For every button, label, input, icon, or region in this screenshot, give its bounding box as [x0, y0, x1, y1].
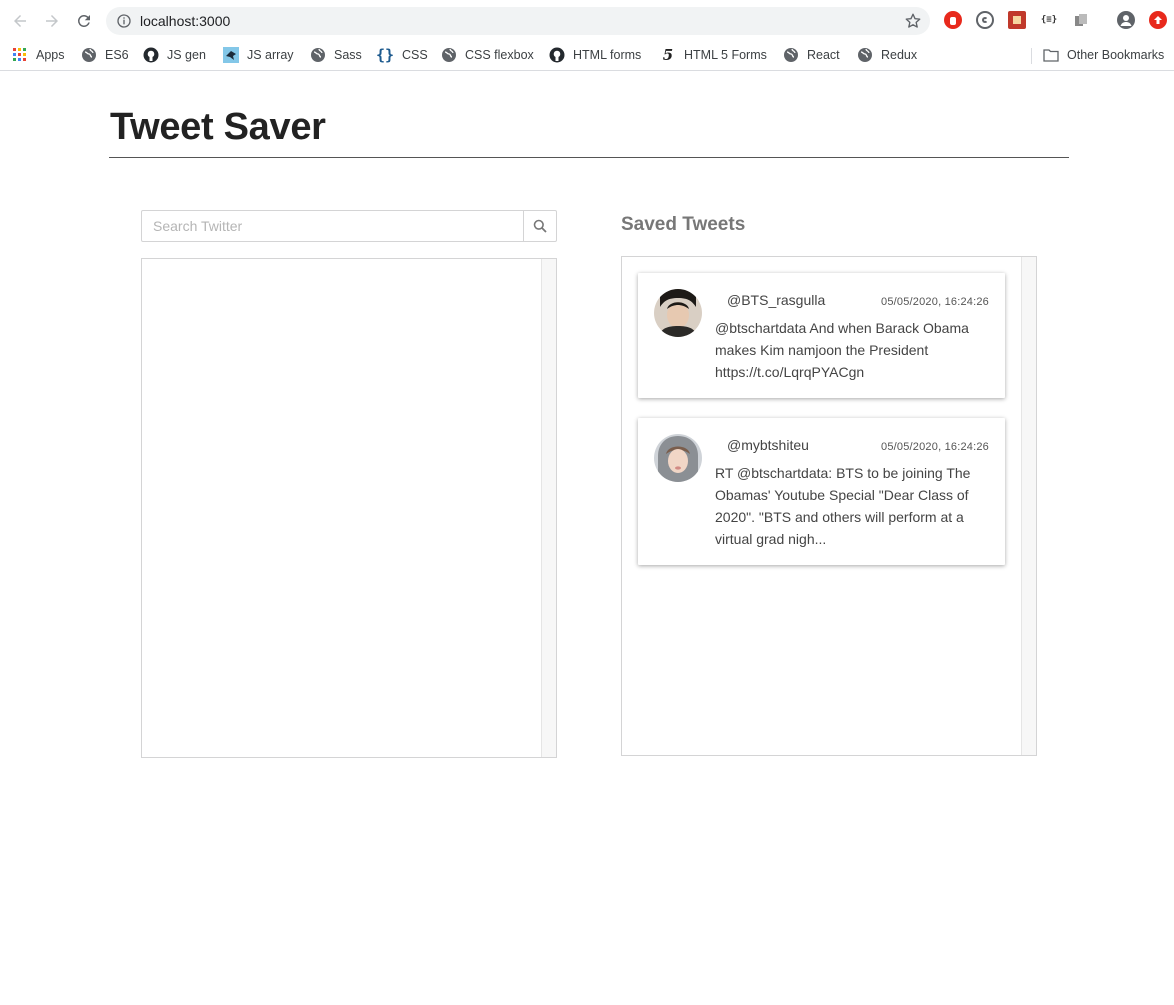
bird-icon [223, 47, 239, 63]
saved-scrollbar[interactable] [1021, 257, 1036, 755]
bookmark-label: CSS [402, 48, 428, 62]
browser-toolbar: localhost:3000 {≡} [0, 0, 1174, 40]
bookmark-label: ES6 [105, 48, 129, 62]
profile-avatar[interactable] [1117, 11, 1135, 29]
person-icon [1120, 15, 1132, 26]
bookmark-html5-forms[interactable]: 5 HTML 5 Forms [660, 45, 767, 65]
tweet-text: @btschartdata And when Barack Obama make… [715, 320, 969, 380]
bookmark-label: HTML 5 Forms [684, 48, 767, 62]
bookmark-label: Sass [334, 48, 362, 62]
saved-tweet-card[interactable]: @BTS_rasgulla 05/05/2020, 16:24:26 @btsc… [638, 273, 1005, 398]
hand-icon [950, 16, 956, 25]
github-icon [549, 47, 565, 63]
tweet-handle[interactable]: @BTS_rasgulla [727, 292, 825, 308]
bookmark-label: React [807, 48, 840, 62]
folder-icon [1043, 47, 1059, 63]
back-button[interactable] [9, 10, 31, 32]
bookmark-label: JS array [247, 48, 294, 62]
other-bookmarks[interactable]: Other Bookmarks [1043, 45, 1164, 65]
tweet-text: RT @btschartdata: BTS to be joining The … [715, 465, 971, 547]
saved-tweet-card[interactable]: @mybtshiteu 05/05/2020, 16:24:26 RT @bts… [638, 418, 1005, 565]
arrow-left-icon [14, 15, 26, 27]
search-bar [141, 210, 557, 242]
bookmark-es6[interactable]: ES6 [81, 45, 129, 65]
search-button[interactable] [523, 211, 556, 241]
page-title: Tweet Saver [110, 106, 326, 148]
bookmark-label: Redux [881, 48, 918, 62]
bookmark-css[interactable]: {} CSS [376, 45, 428, 65]
bookmark-sass[interactable]: Sass [310, 45, 362, 65]
bookmark-html-forms[interactable]: HTML forms [549, 45, 641, 65]
globe-icon [783, 47, 799, 63]
bookmark-label: Other Bookmarks [1067, 48, 1165, 62]
title-divider [109, 157, 1069, 158]
bookmark-apps[interactable]: Apps [12, 45, 65, 65]
bookmarks-divider [1031, 48, 1032, 64]
globe-icon [310, 47, 326, 63]
braces-icon: {} [375, 46, 395, 64]
url-text: localhost:3000 [140, 13, 231, 29]
arrow-up-icon [1154, 16, 1162, 24]
bookmark-react[interactable]: React [783, 45, 840, 65]
photo-extension-icon[interactable] [1008, 11, 1026, 29]
bookmark-js-gen[interactable]: JS gen [143, 45, 206, 65]
avatar [654, 434, 702, 482]
grammarly-extension-icon[interactable] [976, 11, 994, 29]
bookmark-label: JS gen [167, 48, 206, 62]
html5-icon: 5 [662, 46, 674, 64]
address-bar[interactable]: localhost:3000 [106, 7, 930, 35]
bookmark-js-array[interactable]: JS array [223, 45, 294, 65]
tweet-timestamp: 05/05/2020, 16:24:26 [881, 441, 989, 453]
bookmark-label: Apps [36, 48, 65, 62]
adblock-extension-icon[interactable] [944, 11, 962, 29]
globe-icon [81, 47, 97, 63]
reload-icon [77, 14, 90, 27]
saved-tweets-panel[interactable]: @BTS_rasgulla 05/05/2020, 16:24:26 @btsc… [621, 256, 1037, 756]
results-scrollbar[interactable] [541, 259, 556, 757]
apps-grid-icon [12, 47, 28, 63]
search-results-panel[interactable] [141, 258, 557, 758]
tweet-handle[interactable]: @mybtshiteu [727, 437, 809, 453]
json-extension-icon[interactable]: {≡} [1040, 11, 1058, 29]
star-icon[interactable] [904, 12, 922, 30]
saved-tweets-heading: Saved Tweets [621, 214, 746, 235]
copy-icon [1075, 14, 1087, 26]
globe-icon [857, 47, 873, 63]
forward-button[interactable] [41, 10, 63, 32]
reload-button[interactable] [73, 10, 95, 32]
copy-extension-icon[interactable] [1072, 11, 1090, 29]
globe-icon [441, 47, 457, 63]
info-icon[interactable] [116, 13, 132, 29]
search-icon [533, 219, 547, 233]
bookmark-label: HTML forms [573, 48, 642, 62]
avatar [654, 289, 702, 337]
arrow-right-icon [46, 15, 58, 27]
update-extension-icon[interactable] [1149, 11, 1167, 29]
bookmark-redux[interactable]: Redux [857, 45, 917, 65]
tweet-timestamp: 05/05/2020, 16:24:26 [881, 296, 989, 308]
bookmark-label: CSS flexbox [465, 48, 534, 62]
bookmark-css-flexbox[interactable]: CSS flexbox [441, 45, 534, 65]
github-icon [143, 47, 159, 63]
search-input[interactable] [142, 211, 524, 241]
bookmarks-bar: Apps ES6 JS gen JS array Sass {} CSS CSS… [0, 40, 1174, 71]
